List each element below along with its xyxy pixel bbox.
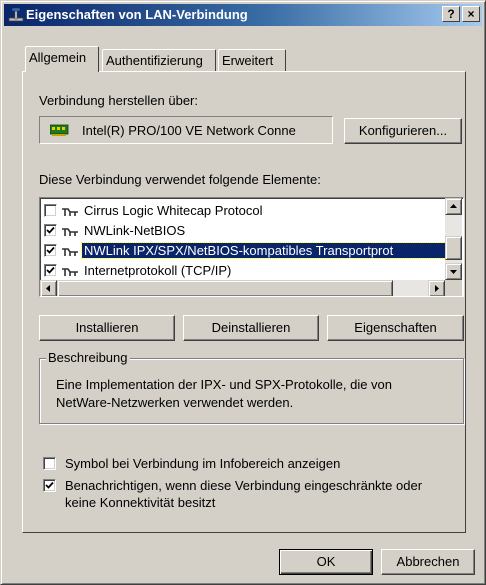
connect-using-label: Verbindung herstellen über: (39, 93, 199, 108)
protocol-icon (61, 245, 79, 260)
components-label: Diese Verbindung verwendet folgende Elem… (39, 172, 321, 187)
list-item-selected[interactable]: NWLink IPX/SPX/NetBIOS-kompatibles Trans… (42, 242, 452, 259)
protocol-icon (61, 265, 79, 280)
install-button[interactable]: Installieren (39, 315, 175, 341)
help-button[interactable]: ? (442, 6, 460, 22)
horizontal-scrollbar[interactable] (40, 280, 445, 296)
window-title: Eigenschaften von LAN-Verbindung (26, 7, 248, 22)
close-button[interactable]: × (462, 6, 480, 22)
list-item[interactable]: NWLink-NetBIOS (42, 222, 442, 239)
network-connection-icon (8, 7, 24, 23)
checkbox-checked[interactable] (44, 264, 57, 277)
protocol-icon (61, 225, 79, 240)
properties-dialog: Eigenschaften von LAN-Verbindung ? × All… (0, 0, 486, 585)
adapter-name: Intel(R) PRO/100 VE Network Conne (82, 123, 296, 138)
tab-erweitert[interactable]: Erweitert (218, 49, 286, 72)
vertical-scrollbar[interactable] (445, 198, 462, 280)
horizontal-scroll-thumb[interactable] (57, 280, 393, 296)
checkbox-checked[interactable] (44, 224, 57, 237)
checkbox-checked[interactable] (44, 244, 57, 257)
network-adapter-icon (49, 123, 70, 140)
vertical-scroll-thumb[interactable] (445, 236, 462, 260)
protocol-icon (61, 205, 79, 220)
list-item-label: Internetprotokoll (TCP/IP) (84, 263, 232, 278)
scroll-left-button[interactable] (40, 280, 57, 296)
scroll-down-button[interactable] (445, 263, 462, 280)
description-text-line1: Eine Implementation der IPX- und SPX-Pro… (56, 377, 393, 392)
list-item-label: NWLink IPX/SPX/NetBIOS-kompatibles Trans… (81, 242, 451, 259)
scrollbar-corner (445, 280, 462, 296)
show-icon-checkbox[interactable] (43, 457, 56, 470)
scroll-right-button[interactable] (428, 280, 445, 296)
properties-button[interactable]: Eigenschaften (327, 315, 464, 341)
checkbox-unchecked[interactable] (44, 204, 57, 217)
tab-allgemein[interactable]: Allgemein (25, 46, 99, 72)
configure-button[interactable]: Konfigurieren... (344, 118, 462, 144)
list-item[interactable]: Internetprotokoll (TCP/IP) (42, 262, 442, 279)
tab-authentifizierung[interactable]: Authentifizierung (102, 49, 216, 72)
notify-label-line2: keine Konnektivität besitzt (65, 495, 216, 510)
list-item-label: Cirrus Logic Whitecap Protocol (84, 203, 263, 218)
ok-button[interactable]: OK (279, 549, 373, 575)
description-text-line2: NetWare-Netzwerken verwendet werden. (56, 395, 294, 410)
title-bar[interactable]: Eigenschaften von LAN-Verbindung ? × (4, 4, 482, 26)
show-icon-label: Symbol bei Verbindung im Infobereich anz… (65, 456, 341, 471)
components-list[interactable]: Cirrus Logic Whitecap Protocol NWLink-Ne… (39, 197, 464, 297)
description-title: Beschreibung (46, 350, 130, 365)
list-item-label: NWLink-NetBIOS (84, 223, 186, 238)
cancel-button[interactable]: Abbrechen (381, 549, 475, 575)
scroll-up-button[interactable] (445, 198, 462, 215)
notify-checkbox[interactable] (43, 479, 56, 492)
notify-label-line1: Benachrichtigen, wenn diese Verbindung e… (65, 478, 423, 493)
uninstall-button[interactable]: Deinstallieren (183, 315, 319, 341)
adapter-field: Intel(R) PRO/100 VE Network Conne (39, 116, 333, 144)
description-groupbox: Beschreibung Eine Implementation der IPX… (39, 350, 464, 424)
list-item[interactable]: Cirrus Logic Whitecap Protocol (42, 202, 442, 219)
